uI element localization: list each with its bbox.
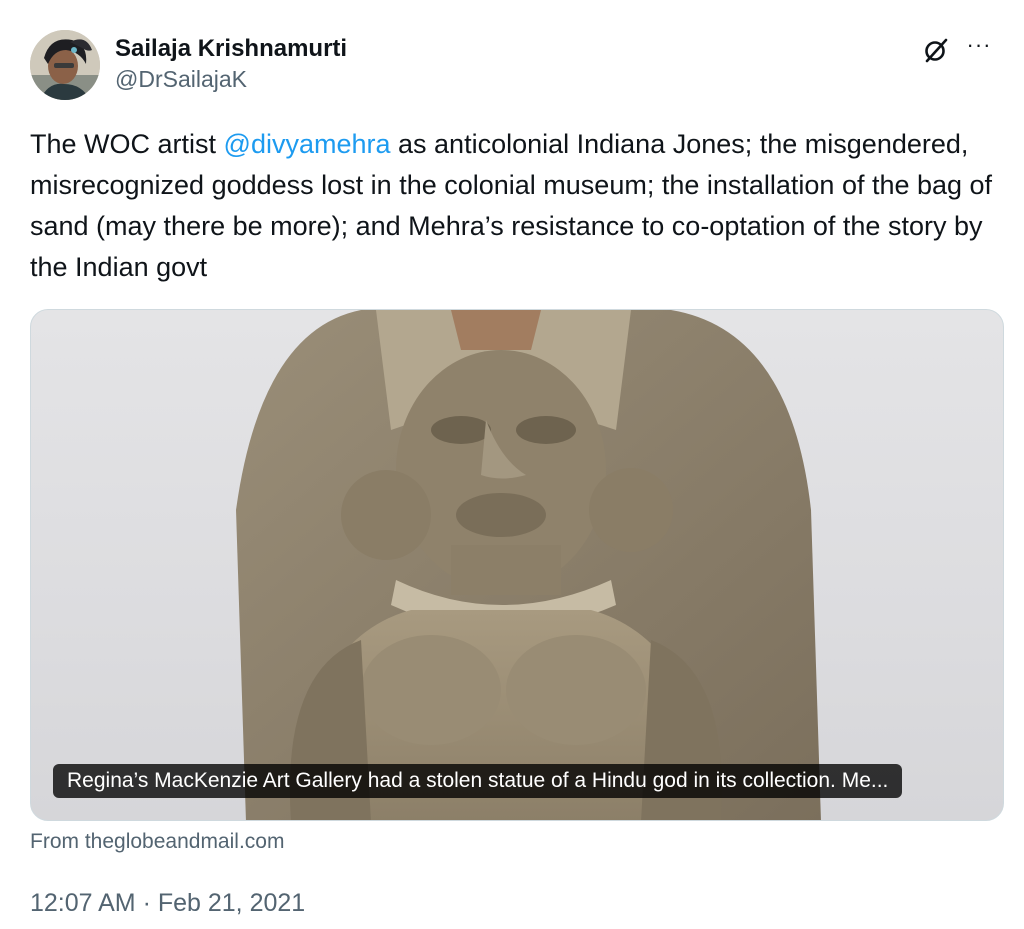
tweet-timestamp[interactable]: 12:07 AM · Feb 21, 2021 — [30, 886, 305, 920]
avatar-image — [30, 30, 100, 100]
author-names: Sailaja Krishnamurti @DrSailajaK — [115, 34, 347, 94]
author-display-name[interactable]: Sailaja Krishnamurti — [115, 34, 347, 64]
tweet-text: The WOC artist @divyamehra as anticoloni… — [30, 124, 994, 288]
mention-link[interactable]: @divyamehra — [224, 129, 391, 159]
grok-icon[interactable] — [922, 36, 950, 64]
statue-image — [236, 310, 821, 820]
tweet: Sailaja Krishnamurti @DrSailajaK ··· The… — [0, 0, 1024, 929]
author-handle[interactable]: @DrSailajaK — [115, 64, 347, 94]
avatar[interactable] — [30, 30, 100, 100]
more-options-icon[interactable]: ··· — [964, 34, 994, 64]
tweet-text-part-1: The WOC artist — [30, 129, 224, 159]
card-source[interactable]: From theglobeandmail.com — [30, 828, 284, 856]
link-card[interactable]: Regina’s MacKenzie Art Gallery had a sto… — [30, 309, 1004, 821]
tweet-header: Sailaja Krishnamurti @DrSailajaK ··· — [30, 30, 994, 102]
card-caption: Regina’s MacKenzie Art Gallery had a sto… — [53, 764, 903, 798]
